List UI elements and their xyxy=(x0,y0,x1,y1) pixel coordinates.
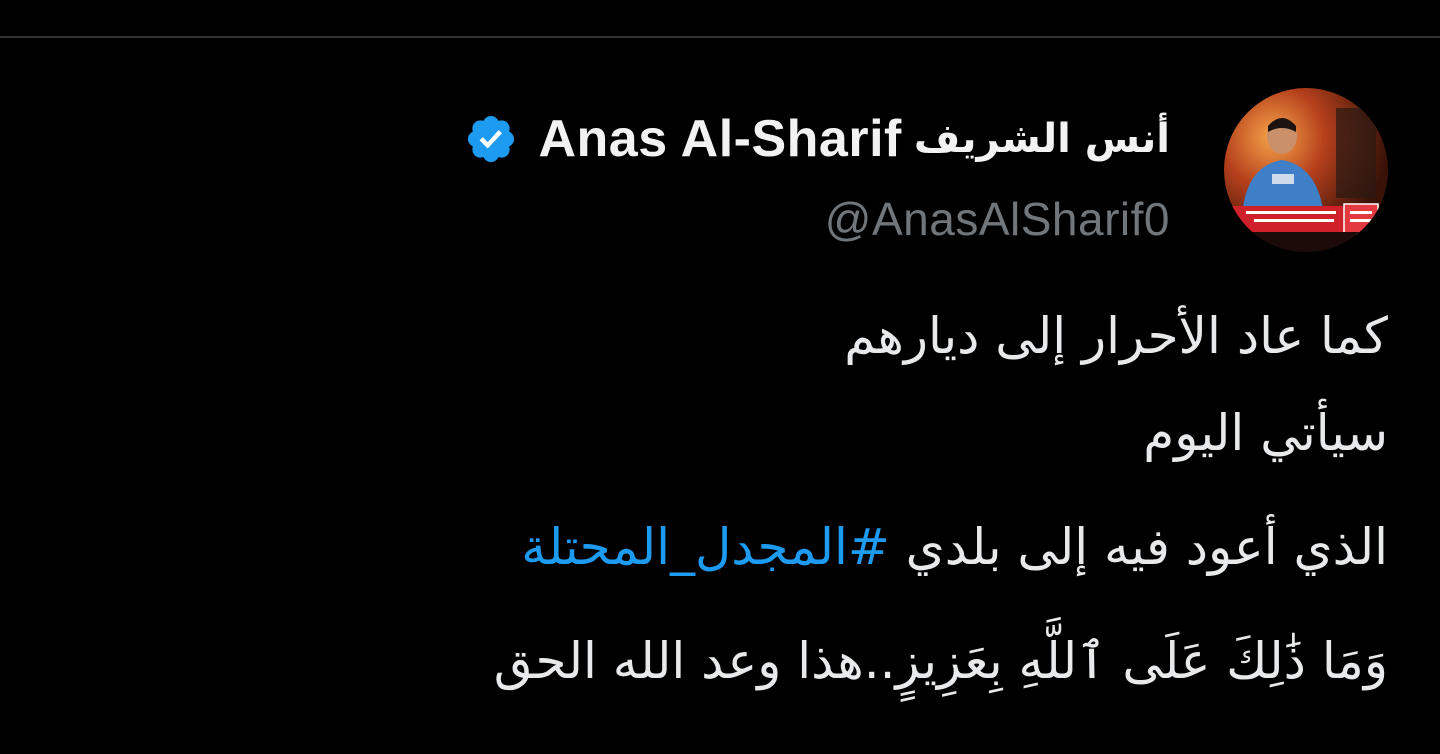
author-name-arabic[interactable]: أنس الشريف xyxy=(914,116,1170,162)
top-divider xyxy=(0,36,1440,38)
author-name-latin[interactable]: Anas Al-Sharif xyxy=(538,109,901,169)
tweet-line: كما عاد الأحرار إلى ديارهم xyxy=(844,307,1388,365)
tweet-line: وَمَا ذَٰلِكَ عَلَى ٱللَّهِ بِعَزِيزٍ..ه… xyxy=(493,632,1388,690)
tweet-line-text: الذي أعود فيه إلى بلدي xyxy=(905,518,1388,576)
tweet-text: كما عاد الأحرار إلى ديارهم سيأتي اليوم ا… xyxy=(188,296,1388,718)
profile-photo xyxy=(1224,88,1388,252)
tweet-header: أنس الشريف Anas Al-Sharif @AnasAlSharif0 xyxy=(270,106,1170,246)
tweet-line: الذي أعود فيه إلى بلدي #المجدل_المحتلة xyxy=(188,490,1388,604)
author-handle[interactable]: @AnasAlSharif0 xyxy=(270,192,1170,246)
hashtag-link[interactable]: #المجدل_المحتلة xyxy=(521,518,890,576)
avatar[interactable] xyxy=(1224,88,1388,252)
author-name-row[interactable]: أنس الشريف Anas Al-Sharif xyxy=(270,106,1170,172)
verified-badge-icon xyxy=(464,112,518,166)
tweet-line: سيأتي اليوم xyxy=(1143,404,1388,462)
